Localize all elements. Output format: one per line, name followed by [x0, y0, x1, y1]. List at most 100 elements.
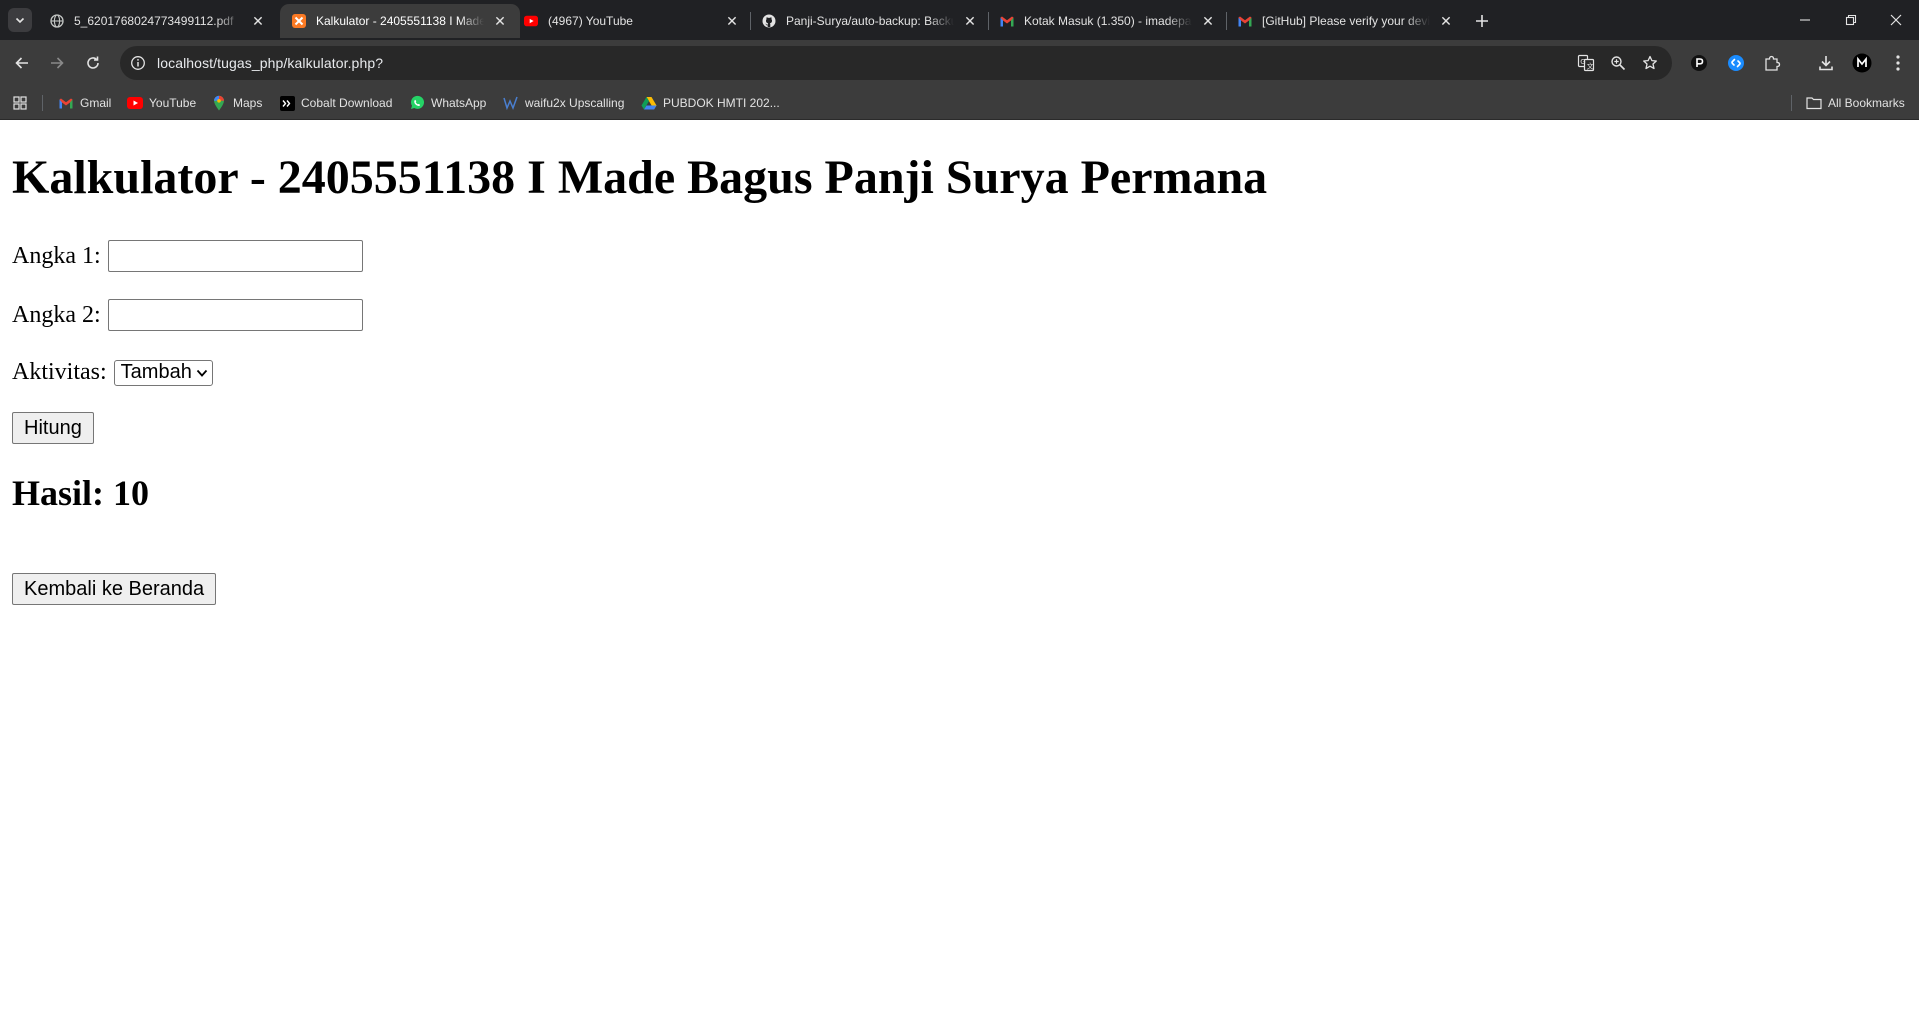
tab-kalkulator[interactable]: Kalkulator - 2405551138 I Made Bagus Pan…: [280, 4, 520, 38]
google-drive-icon: [641, 95, 657, 111]
apps-grid-icon: [12, 95, 28, 111]
tab-strip: 5_6201768024773499112.pdf ✕ Kalkulator -…: [0, 0, 1919, 40]
close-icon[interactable]: ✕: [250, 13, 266, 29]
chevron-down-icon: [15, 17, 25, 24]
gmail-icon: [1000, 14, 1014, 28]
angka1-row: Angka 1:: [12, 240, 363, 272]
close-icon[interactable]: ✕: [962, 13, 978, 29]
aktivitas-row: Aktivitas: Tambah: [12, 359, 213, 386]
browser-toolbar: localhost/tugas_php/kalkulator.php? G文: [0, 40, 1919, 86]
aktivitas-selected-value: Tambah: [120, 361, 192, 383]
address-bar[interactable]: localhost/tugas_php/kalkulator.php? G文: [120, 46, 1672, 80]
close-icon[interactable]: ✕: [724, 13, 740, 29]
bookmark-maps[interactable]: Maps: [211, 94, 262, 112]
bookmark-label: Maps: [233, 96, 263, 110]
bookmark-gmail[interactable]: Gmail: [58, 94, 111, 112]
extensions-puzzle-icon[interactable]: [1761, 52, 1783, 74]
cobalt-icon: [279, 95, 295, 111]
maps-pin-icon: [211, 95, 227, 111]
restore-button[interactable]: [1828, 0, 1874, 40]
all-bookmarks-button[interactable]: All Bookmarks: [1806, 94, 1905, 112]
github-icon: [762, 14, 776, 28]
page-content: Kalkulator - 2405551138 I Made Bagus Pan…: [0, 120, 1919, 1028]
globe-icon: [50, 14, 64, 28]
bookmark-youtube[interactable]: YouTube: [127, 94, 196, 112]
tab-title: Kalkulator - 2405551138 I Made Bagus Pan…: [316, 14, 484, 28]
tab-title: 5_6201768024773499112.pdf: [74, 14, 234, 28]
angka2-label: Angka 2:: [12, 301, 101, 328]
bookmarks-bar: Gmail YouTube Maps Cobalt Download Whats…: [0, 86, 1919, 120]
result-label: Hasil:: [12, 473, 105, 513]
url-text: localhost/tugas_php/kalkulator.php?: [157, 55, 384, 71]
waifu2x-icon: [503, 95, 519, 111]
bookmark-cobalt[interactable]: Cobalt Download: [279, 94, 392, 112]
bookmark-star-icon[interactable]: [1640, 53, 1660, 73]
download-icon[interactable]: [1815, 52, 1837, 74]
new-tab-button[interactable]: [1470, 9, 1494, 33]
aktivitas-label: Aktivitas:: [12, 359, 107, 385]
angka1-input[interactable]: [107, 240, 363, 272]
menu-kebab-icon[interactable]: [1887, 52, 1909, 74]
profile-avatar-icon[interactable]: [1851, 52, 1873, 74]
xampp-icon: [292, 14, 306, 28]
all-bookmarks-label: All Bookmarks: [1828, 96, 1905, 110]
result-value: 10: [113, 473, 150, 513]
whatsapp-icon: [409, 95, 425, 111]
bookmark-waifu2x[interactable]: waifu2x Upscalling: [503, 94, 624, 112]
tab-title: (4967) YouTube: [548, 14, 633, 28]
svg-text:G: G: [1580, 58, 1585, 66]
bookmark-label: waifu2x Upscalling: [525, 96, 625, 110]
result-heading: Hasil: 10: [12, 472, 149, 514]
folder-icon: [1806, 95, 1822, 111]
bookmark-separator: [42, 95, 43, 111]
back-button[interactable]: [8, 49, 36, 77]
tab-title: Panji-Surya/auto-backup: Backup: [786, 14, 954, 28]
extension-p-icon[interactable]: [1688, 52, 1710, 74]
bookmark-separator: [1791, 95, 1792, 111]
apps-button[interactable]: [12, 94, 34, 112]
gmail-icon: [1238, 14, 1252, 28]
angka1-label: Angka 1:: [12, 242, 101, 269]
reload-button[interactable]: [79, 49, 107, 77]
translate-icon[interactable]: G文: [1576, 53, 1596, 73]
tab-github[interactable]: Panji-Surya/auto-backup: Backup ✕: [750, 4, 990, 38]
tab-youtube[interactable]: (4967) YouTube ✕: [512, 4, 752, 38]
bookmark-label: PUBDOK HMTI 202...: [663, 96, 780, 110]
close-icon[interactable]: ✕: [492, 13, 508, 29]
svg-text:文: 文: [1587, 62, 1594, 71]
site-info-icon[interactable]: [128, 53, 148, 73]
page-title: Kalkulator - 2405551138 I Made Bagus Pan…: [12, 151, 1268, 204]
close-icon[interactable]: ✕: [1438, 13, 1454, 29]
reload-icon: [87, 56, 99, 69]
bookmark-whatsapp[interactable]: WhatsApp: [409, 94, 486, 112]
bookmark-pubdok[interactable]: PUBDOK HMTI 202...: [641, 94, 780, 112]
bookmark-label: YouTube: [149, 96, 197, 110]
bookmark-label: WhatsApp: [431, 96, 487, 110]
youtube-icon: [524, 14, 538, 28]
hitung-button[interactable]: Hitung: [12, 412, 94, 444]
gmail-icon: [58, 95, 74, 111]
forward-button[interactable]: [43, 49, 71, 77]
angka2-input[interactable]: [107, 299, 363, 331]
angka2-row: Angka 2:: [12, 299, 363, 331]
tab-title: [GitHub] Please verify your device: [1262, 14, 1430, 28]
minimize-button[interactable]: [1782, 0, 1828, 40]
chevron-down-icon: [196, 367, 208, 379]
close-icon[interactable]: ✕: [1200, 13, 1216, 29]
extension-shazam-icon[interactable]: [1725, 52, 1747, 74]
arrow-left-icon: [15, 57, 28, 69]
zoom-icon[interactable]: [1608, 53, 1628, 73]
plus-icon: [1476, 15, 1488, 27]
aktivitas-select[interactable]: Tambah: [113, 359, 213, 386]
tab-gmail-github-verify[interactable]: [GitHub] Please verify your device ✕: [1226, 4, 1466, 38]
tab-gmail-inbox[interactable]: Kotak Masuk (1.350) - imadepanji ✕: [988, 4, 1228, 38]
tab-title: Kotak Masuk (1.350) - imadepanji: [1024, 14, 1192, 28]
back-to-home-button[interactable]: Kembali ke Beranda: [12, 573, 217, 605]
bookmark-label: Gmail: [80, 96, 112, 110]
minimize-icon: [1800, 19, 1810, 21]
bookmark-label: Cobalt Download: [301, 96, 393, 110]
tab-pdf[interactable]: 5_6201768024773499112.pdf ✕: [38, 4, 278, 38]
tab-search-button[interactable]: [8, 8, 32, 32]
close-window-button[interactable]: [1873, 0, 1919, 40]
restore-icon: [1845, 14, 1857, 26]
